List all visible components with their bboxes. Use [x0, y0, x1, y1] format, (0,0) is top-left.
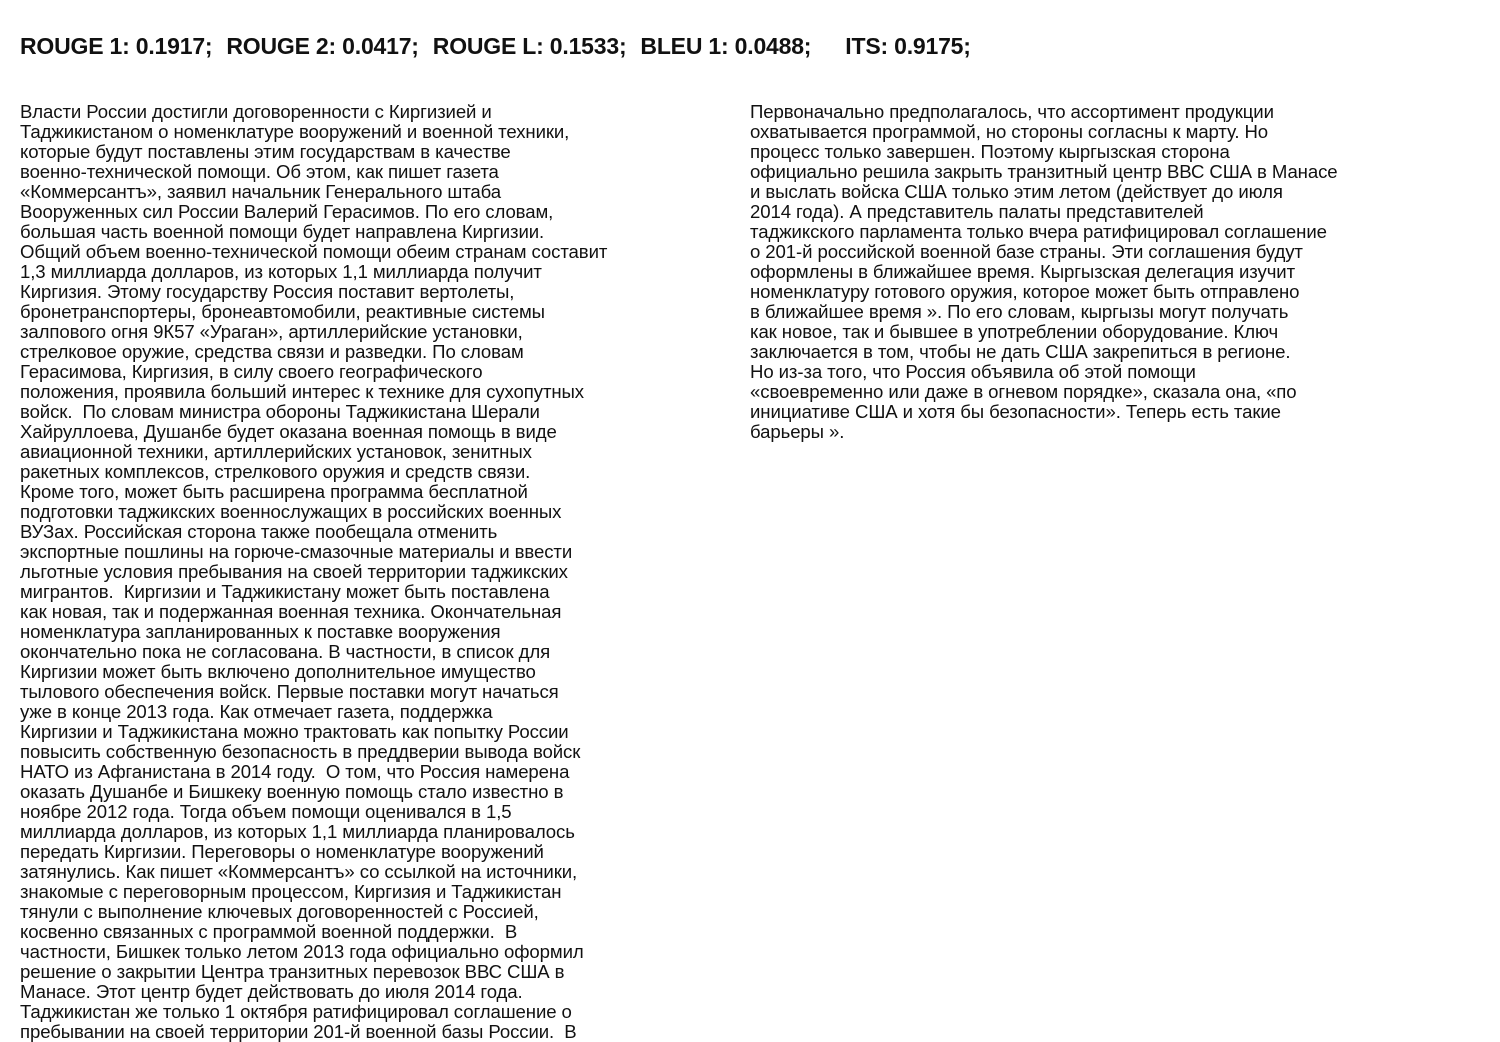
text-line: ракетных комплексов, стрелкового оружия …: [20, 461, 531, 482]
text-line: ВУЗах. Российская сторона также пообещал…: [20, 521, 498, 542]
text-line: охватывается программой, но стороны согл…: [750, 121, 1269, 142]
text-line: о 201-й российской военной базе страны. …: [750, 241, 1303, 262]
text-line: «своевременно или даже в огневом порядке…: [750, 381, 1297, 402]
bleu1-score: BLEU 1: 0.0488;: [640, 33, 812, 59]
text-line: Общий объем военно-технической помощи об…: [20, 241, 608, 262]
rouge1-score: ROUGE 1: 0.1917;: [20, 33, 213, 59]
text-line: барьеры ».: [750, 421, 845, 442]
text-line: Киргизии может быть включено дополнитель…: [20, 661, 536, 682]
text-line: авиационной техники, артиллерийских уста…: [20, 441, 532, 462]
text-line: подготовки таджикских военнослужащих в р…: [20, 501, 562, 522]
text-line: Вооруженных сил России Валерий Герасимов…: [20, 201, 554, 222]
text-line: 2014 года). А представитель палаты предс…: [750, 201, 1204, 222]
text-line: мигрантов. Киргизии и Таджикистану может…: [20, 581, 550, 602]
rouge2-score: ROUGE 2: 0.0417;: [226, 33, 419, 59]
text-line: которые будут поставлены этим государств…: [20, 141, 511, 162]
text-line: военно-технической помощи. Об этом, как …: [20, 161, 499, 182]
reference-text-column: Власти России достигли договоренности с …: [20, 102, 720, 1042]
text-line: заключается в том, чтобы не дать США зак…: [750, 341, 1291, 362]
text-line: Таджикистаном о номенклатуре вооружений …: [20, 121, 570, 142]
text-line: официально решила закрыть транзитный цен…: [750, 161, 1338, 182]
text-line: решение о закрытии Центра транзитных пер…: [20, 961, 565, 982]
text-line: тылового обеспечения войск. Первые поста…: [20, 681, 559, 702]
text-line: бронетранспортеры, бронеавтомобили, реак…: [20, 301, 545, 322]
text-line: ноябре 2012 года. Тогда объем помощи оце…: [20, 801, 512, 822]
text-line: Киргизия. Этому государству Россия поста…: [20, 281, 515, 302]
text-line: номенклатура запланированных к поставке …: [20, 621, 501, 642]
text-line: затянулись. Как пишет «Коммерсантъ» со с…: [20, 861, 578, 882]
text-line: залпового огня 9К57 «Ураган», артиллерий…: [20, 321, 523, 342]
text-line: косвенно связанных с программой военной …: [20, 921, 518, 942]
text-line: частности, Бишкек только летом 2013 года…: [20, 941, 584, 962]
text-line: Хайруллоева, Душанбе будет оказана военн…: [20, 421, 557, 442]
text-line: пребывании на своей территории 201-й вое…: [20, 1021, 577, 1042]
text-line: повысить собственную безопасность в пред…: [20, 741, 581, 762]
text-line: тянули с выполнение ключевых договоренно…: [20, 901, 539, 922]
text-line: 1,3 миллиарда долларов, из которых 1,1 м…: [20, 261, 542, 282]
text-line: инициативе США и хотя бы безопасности». …: [750, 401, 1281, 422]
text-line: в ближайшее время ». По его словам, кырг…: [750, 301, 1289, 322]
generated-text-column: Первоначально предполагалось, что ассорт…: [750, 102, 1490, 442]
metrics-bar: ROUGE 1: 0.1917; ROUGE 2: 0.0417; ROUGE L:…: [20, 31, 971, 61]
text-line: процесс только завершен. Поэтому кыргызс…: [750, 141, 1230, 162]
text-line: экспортные пошлины на горюче-смазочные м…: [20, 541, 573, 562]
text-line: номенклатуру готового оружия, которое мо…: [750, 281, 1300, 302]
text-line: льготные условия пребывания на своей тер…: [20, 561, 568, 582]
text-line: большая часть военной помощи будет напра…: [20, 221, 545, 242]
text-line: Киргизии и Таджикистана можно трактовать…: [20, 721, 569, 742]
text-line: НАТО из Афганистана в 2014 году. О том, …: [20, 761, 570, 782]
rougeL-score: ROUGE L: 0.1533;: [432, 33, 627, 59]
text-line: Кроме того, может быть расширена програм…: [20, 481, 528, 502]
text-line: знакомые с переговорным процессом, Кирги…: [20, 881, 562, 902]
text-line: Первоначально предполагалось, что ассорт…: [750, 101, 1274, 122]
its-score: ITS: 0.9175;: [845, 33, 971, 59]
text-line: и выслать войска США только этим летом (…: [750, 181, 1283, 202]
text-line: Герасимова, Киргизия, в силу своего геог…: [20, 361, 483, 382]
text-line: окончательно пока не согласована. В част…: [20, 641, 551, 662]
text-line: оформлены в ближайшее время. Кыргызская …: [750, 261, 1296, 282]
text-line: как новая, так и подержанная военная тех…: [20, 601, 562, 622]
text-line: Таджикистан же только 1 октября ратифици…: [20, 1001, 572, 1022]
text-line: как новое, так и бывшее в употреблении о…: [750, 321, 1279, 342]
text-line: Манасе. Этот центр будет действовать до …: [20, 981, 523, 1002]
text-line: Но из-за того, что Россия объявила об эт…: [750, 361, 1196, 382]
text-line: стрелковое оружие, средства связи и разв…: [20, 341, 524, 362]
text-line: «Коммерсантъ», заявил начальник Генераль…: [20, 181, 502, 202]
text-line: передать Киргизии. Переговоры о номенкла…: [20, 841, 544, 862]
text-line: уже в конце 2013 года. Как отмечает газе…: [20, 701, 493, 722]
text-line: войск. По словам министра обороны Таджик…: [20, 401, 540, 422]
text-line: оказать Душанбе и Бишкеку военную помощь…: [20, 781, 564, 802]
text-line: таджикского парламента только вчера рати…: [750, 221, 1327, 242]
text-line: положения, проявила больший интерес к те…: [20, 381, 584, 402]
text-line: Власти России достигли договоренности с …: [20, 101, 492, 122]
text-line: миллиарда долларов, из которых 1,1 милли…: [20, 821, 575, 842]
